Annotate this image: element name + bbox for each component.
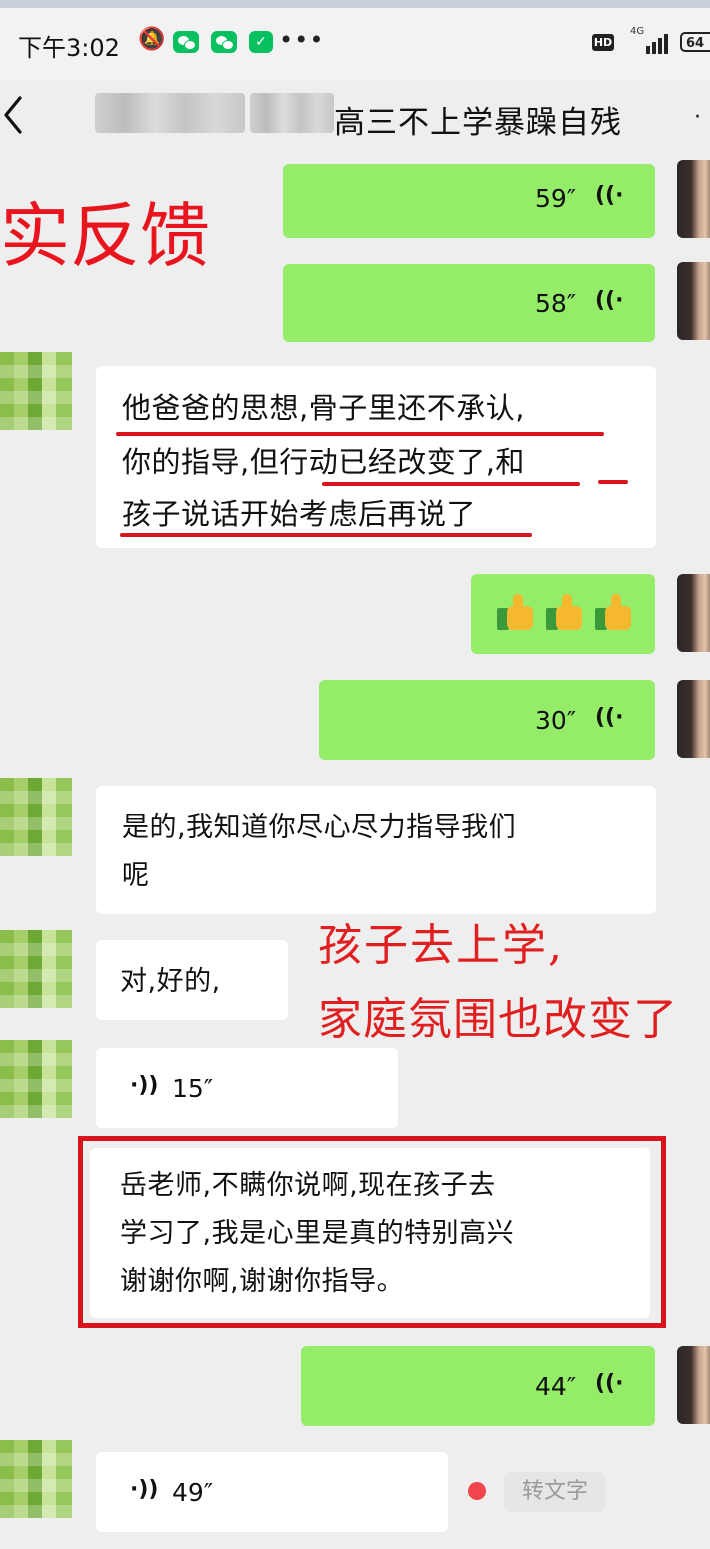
battery-level: 64 (686, 36, 705, 51)
mute-icon: 🔕 (138, 27, 166, 52)
voice-wave-icon: ·)) (130, 1073, 159, 1098)
message-line: 是的,我知道你尽心尽力指导我们 (122, 812, 517, 843)
annotation-underline (116, 432, 604, 436)
blurred-contact-name (95, 93, 245, 133)
annotation-underline (322, 482, 580, 486)
contact-avatar[interactable] (0, 352, 72, 430)
annotation-line: 家庭氛围也改变了 (318, 994, 678, 1045)
message-line: 对,好的, (120, 966, 221, 997)
message-line: 他爸爸的思想,骨子里还不承认, (122, 391, 525, 425)
wechat-icon (173, 31, 199, 53)
self-avatar[interactable] (677, 262, 710, 340)
annotation-underline (598, 480, 628, 484)
feedback-label: 实反馈 (0, 195, 210, 277)
message-line: 呢 (122, 860, 150, 891)
voice-wave-icon: ((· (595, 1371, 624, 1396)
unread-dot-icon (468, 1482, 486, 1500)
more-notifications-icon: ••• (279, 26, 325, 54)
annotation-underline (120, 533, 532, 537)
voice-duration: 30″ (535, 706, 577, 735)
contact-avatar[interactable] (0, 930, 72, 1008)
voice-duration: 15″ (172, 1074, 214, 1103)
contact-avatar[interactable] (0, 1440, 72, 1518)
battery-icon: 64 (680, 32, 710, 52)
message-line: 谢谢你啊,谢谢你指导。 (120, 1266, 405, 1297)
window-top-edge (0, 0, 710, 8)
emoji-row (497, 594, 639, 636)
more-icon[interactable]: · (694, 105, 701, 130)
signal-icon (638, 30, 672, 54)
blurred-contact-name (250, 93, 334, 133)
voice-wave-icon: ((· (595, 288, 624, 313)
voice-duration: 49″ (172, 1478, 214, 1507)
status-time: 下午3:02 (18, 34, 120, 62)
voice-wave-icon: ((· (595, 705, 624, 730)
voice-duration: 58″ (535, 289, 577, 318)
chat-title: 高三不上学暴躁自残 (334, 105, 622, 141)
contact-avatar[interactable] (0, 778, 72, 856)
self-avatar[interactable] (677, 160, 710, 238)
contact-avatar[interactable] (0, 1040, 72, 1118)
voice-duration: 59″ (535, 184, 577, 213)
thumbs-up-icon (546, 594, 584, 632)
voice-wave-icon: ·)) (130, 1477, 159, 1502)
annotation-line: 孩子去上学, (318, 920, 564, 971)
self-avatar[interactable] (677, 574, 710, 652)
shield-icon: ✓ (249, 31, 273, 53)
hd-icon: HD (592, 34, 614, 51)
self-avatar[interactable] (677, 680, 710, 758)
transcribe-button[interactable]: 转文字 (504, 1472, 606, 1512)
voice-wave-icon: ((· (595, 183, 624, 208)
back-icon[interactable] (2, 94, 24, 136)
message-line: 学习了,我是心里是真的特别高兴 (120, 1218, 515, 1249)
message-line: 你的指导,但行动已经改变了,和 (122, 445, 525, 479)
voice-duration: 44″ (535, 1372, 577, 1401)
self-avatar[interactable] (677, 1346, 710, 1424)
message-line: 岳老师,不瞒你说啊,现在孩子去 (120, 1170, 496, 1201)
thumbs-up-icon (497, 594, 535, 632)
thumbs-up-icon (595, 594, 633, 632)
wechat-icon (211, 31, 237, 53)
